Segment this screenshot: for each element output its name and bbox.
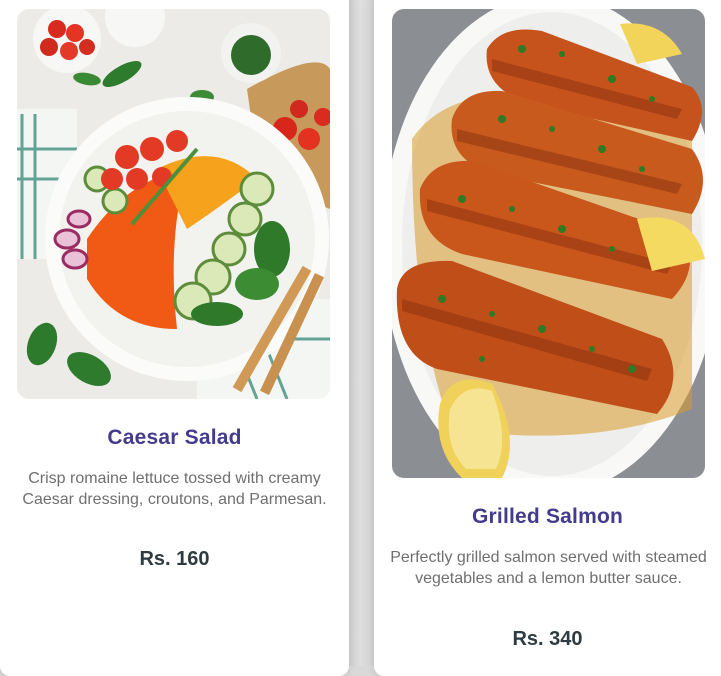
dish-description: Crisp romaine lettuce tossed with creamy…	[22, 470, 327, 508]
dish-name: Grilled Salmon	[472, 505, 623, 528]
menu-card-grilled-salmon[interactable]: Grilled Salmon Perfectly grilled salmon …	[374, 0, 721, 676]
menu-card-caesar-salad[interactable]: Caesar Salad Crisp romaine lettuce tosse…	[0, 0, 349, 676]
dish-description: Perfectly grilled salmon served with ste…	[390, 549, 707, 587]
dish-price: Rs. 160	[139, 548, 210, 570]
caesar-salad-photo	[17, 9, 330, 399]
card-gutter	[349, 0, 374, 666]
grilled-salmon-photo	[392, 9, 705, 478]
dish-name: Caesar Salad	[107, 426, 242, 449]
dish-price: Rs. 340	[512, 628, 583, 650]
